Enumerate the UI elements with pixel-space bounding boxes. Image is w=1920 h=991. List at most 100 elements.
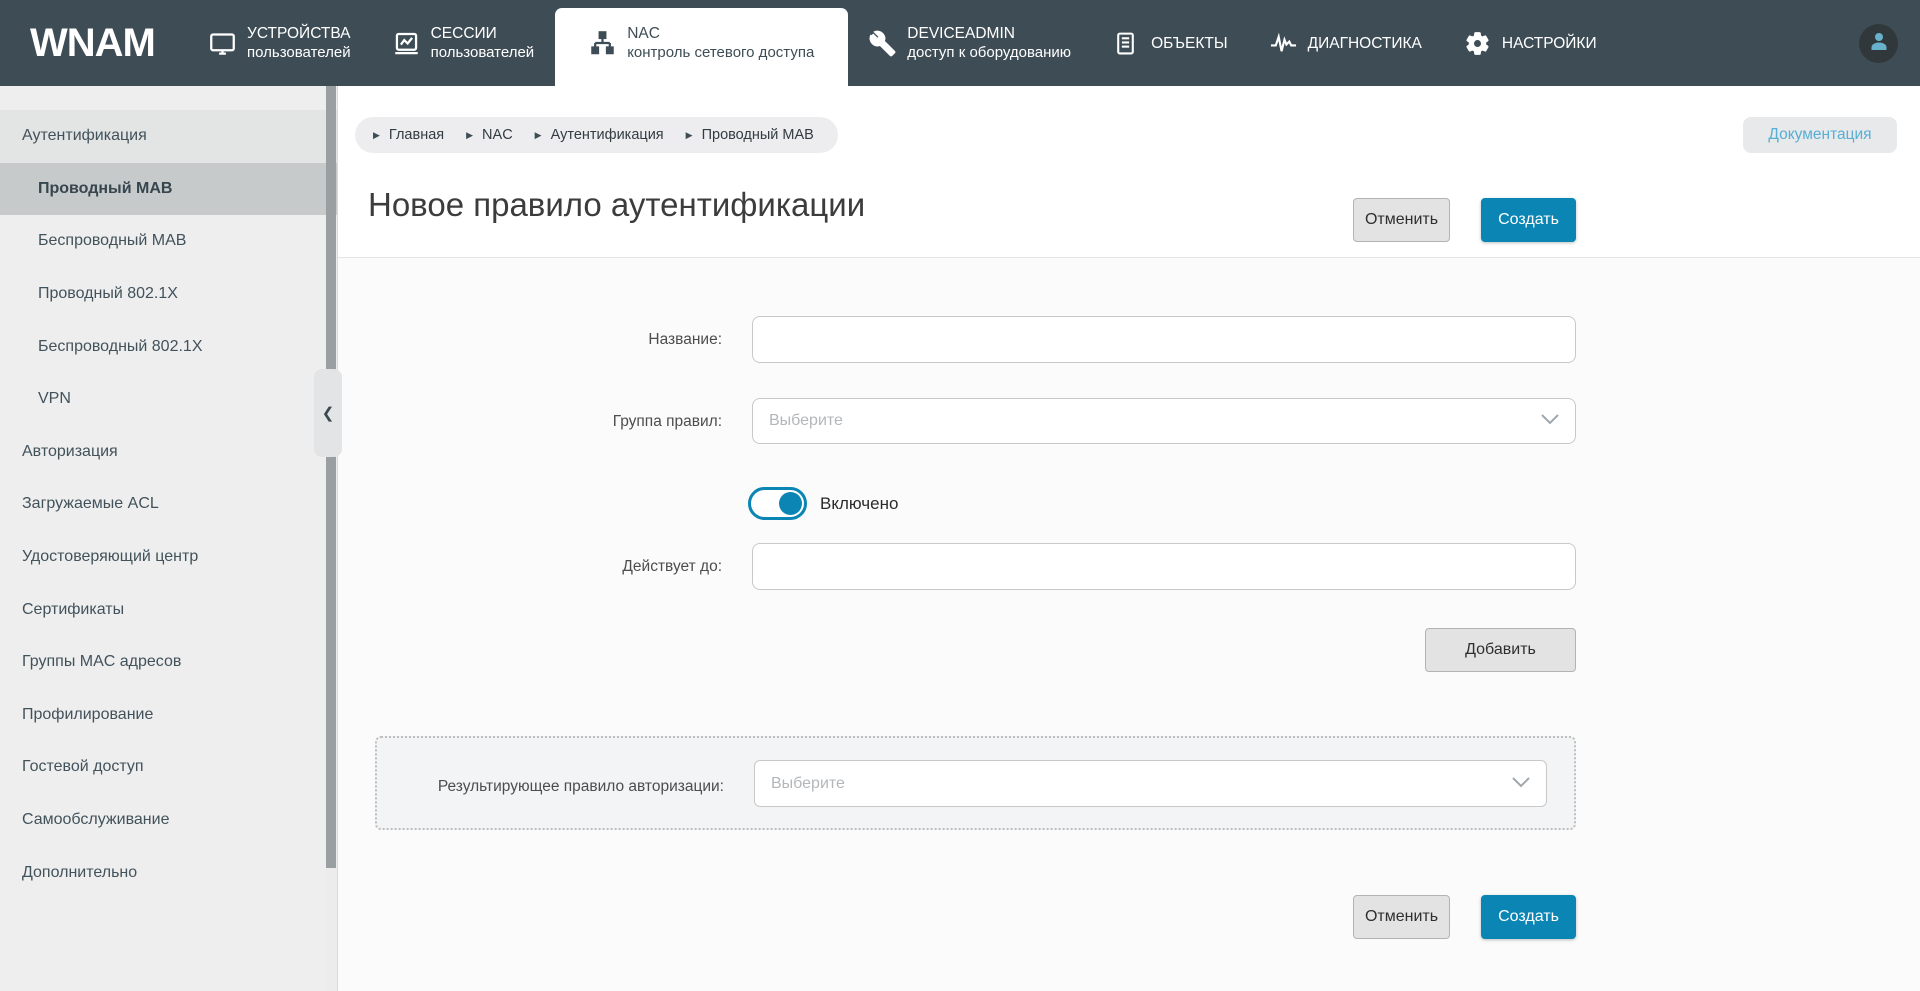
rule-group-placeholder: Выберите [769,412,843,429]
document-icon [1113,30,1140,57]
create-button-top[interactable]: Создать [1481,198,1576,242]
sidebar-menu: Аутентификация Проводный MAB Беспроводный … [0,86,337,899]
nav-item-title: УСТРОЙСТВА [247,25,351,42]
nav-item-title: ДИАГНОСТИКА [1307,34,1422,52]
nav-item-настройки[interactable]: НАСТРОЙКИ [1443,0,1618,86]
breadcrumb-item[interactable]: ▶ Главная [373,127,444,143]
sidebar-item[interactable]: Самообслуживание [0,794,337,847]
person-icon [1867,29,1891,58]
sidebar-item-label: Проводный 802.1X [38,285,178,303]
result-rule-panel: Результирующее правило авторизации: Выбе… [375,736,1576,830]
sidebar-item[interactable]: Авторизация [0,426,337,479]
chevron-down-icon [1541,412,1559,430]
name-label: Название: [648,331,722,348]
sidebar-item[interactable]: Дополнительно [0,846,337,899]
valid-until-label: Действует до: [622,558,722,575]
sitemap-icon [589,30,616,57]
sidebar-item-label: Беспроводный MAB [38,232,187,250]
cancel-button-bottom[interactable]: Отменить [1353,895,1450,939]
nav-item-subtitle: контроль сетевого доступа [627,44,815,61]
sidebar-item[interactable]: Группы MAC адресов [0,636,337,689]
sidebar-scrollbar-track[interactable] [326,86,336,991]
sidebar-item-label: Аутентификация [22,127,147,145]
nav-item-title: НАСТРОЙКИ [1501,34,1597,52]
nav-item-title: DEVICEADMIN [907,25,1015,42]
sidebar-item-label: VPN [38,390,71,408]
sidebar-item-label: Загружаемые ACL [22,495,159,513]
cancel-button-top[interactable]: Отменить [1353,198,1450,242]
sidebar-item[interactable]: Беспроводный 802.1X [0,320,337,373]
breadcrumb-label: Проводный MAB [701,127,814,143]
nav-item-объекты[interactable]: ОБЪЕКТЫ [1092,0,1249,86]
breadcrumb-arrow-icon: ▶ [534,129,542,140]
gear-icon [1464,30,1491,57]
breadcrumb-label: Аутентификация [550,127,664,143]
breadcrumb-arrow-icon: ▶ [373,129,380,140]
sidebar-item-label: Профилирование [22,705,154,723]
sidebar: Аутентификация Проводный MAB Беспроводный … [0,86,338,991]
sidebar-scrollbar-thumb[interactable] [326,86,336,868]
sessions-icon [393,30,420,57]
documentation-link[interactable]: Документация [1743,117,1897,153]
sidebar-item[interactable]: Гостевой доступ [0,741,337,794]
sidebar-collapse-button[interactable]: ❮ [314,369,342,457]
breadcrumb-label: NAC [482,127,513,143]
sidebar-item[interactable]: Аутентификация [0,110,337,163]
sidebar-item-label: Беспроводный 802.1X [38,337,203,355]
nav-item-subtitle: пользователей [247,44,351,61]
sidebar-item-label: Удостоверяющий центр [22,548,199,566]
nav-item-subtitle: пользователей [430,44,535,61]
sidebar-item[interactable]: Удостоверяющий центр [0,531,337,584]
breadcrumb-item[interactable]: ▶ Проводный MAB [686,127,814,143]
nav-item-subtitle: доступ к оборудованию [907,44,1072,61]
monitor-icon [209,30,236,57]
user-avatar[interactable] [1859,24,1898,63]
toggle-knob [779,492,802,515]
form-area: Название: Группа правил: Выберите Включе… [338,258,1920,991]
nav-item-сессии[interactable]: СЕССИИ пользователей [372,0,556,86]
create-button-bottom[interactable]: Создать [1481,895,1576,939]
nav-item-title: NAC [627,25,660,42]
sidebar-item-label: Дополнительно [22,863,138,881]
enabled-label: Включено [820,494,899,513]
nav-item-title: СЕССИИ [430,25,497,42]
sidebar-item[interactable]: Проводный MAB [0,162,337,216]
result-rule-label: Результирующее правило авторизации: [437,778,724,795]
breadcrumb-item[interactable]: ▶ Аутентификация [535,127,664,143]
sidebar-item-label: Группы MAC адресов [22,653,182,671]
sidebar-item-label: Сертификаты [22,600,125,618]
breadcrumb: ▶ Главная ▶ NAC ▶ Аутентификация ▶ Проводный MA… [355,117,838,153]
valid-until-input[interactable] [752,543,1576,590]
rule-group-label: Группа правил: [612,413,722,430]
enabled-toggle[interactable] [748,487,807,520]
result-rule-placeholder: Выберите [771,774,845,792]
breadcrumb-arrow-icon: ▶ [466,129,474,140]
sidebar-item-label: Самообслуживание [22,811,170,829]
breadcrumb-label: Главная [388,127,445,143]
nav-item-диагностика[interactable]: ДИАГНОСТИКА [1249,0,1443,86]
chevron-left-icon: ❮ [321,405,335,422]
sidebar-item-label: Гостевой доступ [22,758,144,776]
breadcrumb-item[interactable]: ▶ NAC [466,127,513,143]
tools-icon [869,30,896,57]
sidebar-item[interactable]: Проводный 802.1X [0,268,337,321]
chevron-down-icon [1512,775,1530,793]
sidebar-item-label: Проводный MAB [38,179,173,197]
name-input[interactable] [752,316,1576,363]
nav-item-устройства[interactable]: УСТРОЙСТВА пользователей [188,0,372,86]
page-header: ▶ Главная ▶ NAC ▶ Аутентификация ▶ Проводный MA… [338,86,1920,258]
rule-group-select[interactable]: Выберите [752,398,1576,444]
sidebar-item[interactable]: Беспроводный MAB [0,215,337,268]
main-area: ▶ Главная ▶ NAC ▶ Аутентификация ▶ Проводный MA… [338,86,1920,991]
sidebar-item[interactable]: Сертификаты [0,583,337,636]
breadcrumb-arrow-icon: ▶ [685,129,693,140]
nav-item-nac[interactable]: NAC контроль сетевого доступа [555,8,849,86]
sidebar-item[interactable]: Профилирование [0,689,337,742]
result-rule-select[interactable]: Выберите [754,760,1547,807]
pulse-icon [1270,30,1297,57]
sidebar-item[interactable]: VPN [0,373,337,426]
add-button[interactable]: Добавить [1425,628,1576,672]
nav-item-deviceadmin[interactable]: DEVICEADMIN доступ к оборудованию [848,0,1092,86]
sidebar-item[interactable]: Загружаемые ACL [0,478,337,531]
main-menu: УСТРОЙСТВА пользователей СЕССИИ пользовател… [188,0,1618,86]
